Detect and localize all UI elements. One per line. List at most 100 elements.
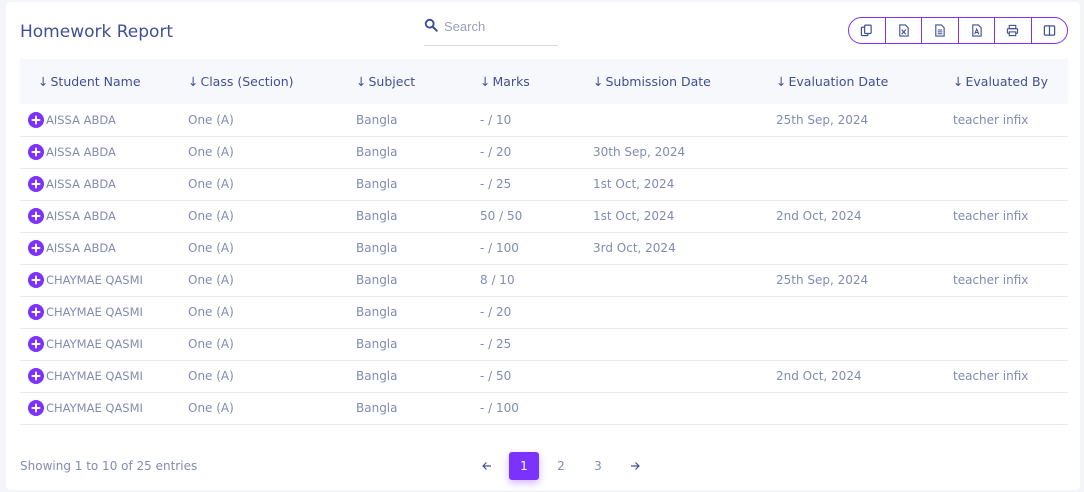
excel-button[interactable] (886, 18, 922, 43)
cell-student-name: AISSA ABDA (20, 232, 170, 264)
copy-icon (861, 24, 872, 37)
cell-marks: - / 20 (480, 145, 512, 159)
print-button[interactable] (995, 18, 1032, 43)
cell-marks: 8 / 10 (480, 273, 515, 287)
arrow-right-icon (631, 462, 640, 470)
cell-marks: - / 25 (480, 177, 512, 191)
expand-row-icon[interactable] (28, 208, 44, 224)
cell-class: One (A) (188, 145, 234, 159)
csv-button[interactable] (922, 18, 959, 43)
cell-student-name: CHAYMAE QASMI (20, 392, 170, 424)
cell-student-name: AISSA ABDA (20, 200, 170, 232)
page-button-3[interactable]: 3 (583, 452, 613, 480)
column-visibility-button[interactable] (1032, 18, 1068, 43)
cell-evaluated-by: teacher infix (953, 369, 1029, 383)
cell-submission (575, 264, 758, 296)
cell-student-name: AISSA ABDA (20, 168, 170, 200)
cell-evaluated-by (935, 232, 1068, 264)
column-header-subject[interactable]: ↓ Subject (338, 59, 462, 104)
page-button-2[interactable]: 2 (546, 452, 576, 480)
columns-icon (1043, 25, 1055, 36)
cell-subject: Bangla (356, 337, 398, 351)
expand-row-icon[interactable] (28, 144, 44, 160)
expand-row-icon[interactable] (28, 240, 44, 256)
cell-subject: Bangla (356, 241, 398, 255)
student-name: CHAYMAE QASMI (46, 305, 143, 319)
cell-marks: - / 50 (480, 369, 512, 383)
cell-class: One (A) (188, 273, 234, 287)
cell-evaluation: 25th Sep, 2024 (776, 112, 869, 127)
table-row: CHAYMAE QASMI One (A) Bangla - / 20 (20, 296, 1068, 328)
table-row: AISSA ABDA One (A) Bangla - / 10 25th Sep, 2… (20, 104, 1068, 136)
pdf-button[interactable] (959, 18, 995, 43)
cell-evaluated-by: teacher infix (953, 209, 1029, 223)
cell-submission: 30th Sep, 2024 (593, 145, 686, 159)
cell-evaluation: 25th Sep, 2024 (776, 273, 869, 287)
cell-class: One (A) (188, 209, 234, 223)
column-header-student-name[interactable]: ↓ Student Name (20, 59, 170, 104)
sort-down-icon: ↓ (188, 74, 199, 89)
previous-page-button[interactable] (472, 452, 502, 480)
cell-subject: Bangla (356, 177, 398, 191)
cell-student-name: CHAYMAE QASMI (20, 328, 170, 360)
export-toolbar (848, 17, 1068, 44)
cell-submission (575, 328, 758, 360)
cell-evaluated-by: teacher infix (953, 273, 1029, 287)
table-row: CHAYMAE QASMI One (A) Bangla - / 25 (20, 328, 1068, 360)
cell-subject: Bangla (356, 369, 398, 383)
sort-down-icon: ↓ (480, 74, 491, 89)
student-name: AISSA ABDA (46, 241, 116, 255)
column-header-submission-date[interactable]: ↓ Submission Date (575, 59, 758, 104)
pdf-icon (971, 24, 982, 37)
cell-marks: - / 100 (480, 241, 519, 255)
cell-evaluated-by (935, 328, 1068, 360)
expand-row-icon[interactable] (28, 400, 44, 416)
cell-subject: Bangla (356, 112, 398, 127)
expand-row-icon[interactable] (28, 304, 44, 320)
page-button-1[interactable]: 1 (509, 452, 539, 480)
table-header-row: ↓ Student Name ↓ Class (Section) ↓ Subject … (20, 59, 1068, 104)
sort-down-icon: ↓ (953, 74, 964, 89)
cell-submission (575, 392, 758, 424)
student-name: AISSA ABDA (46, 209, 116, 223)
cell-subject: Bangla (356, 401, 398, 415)
expand-row-icon[interactable] (28, 176, 44, 192)
cell-evaluation (758, 232, 935, 264)
student-name: CHAYMAE QASMI (46, 401, 143, 415)
cell-student-name: CHAYMAE QASMI (20, 360, 170, 392)
cell-marks: - / 20 (480, 305, 512, 319)
cell-subject: Bangla (356, 273, 398, 287)
search-input[interactable] (444, 14, 554, 38)
cell-marks: - / 25 (480, 337, 512, 351)
expand-row-icon[interactable] (28, 272, 44, 288)
cell-evaluated-by (935, 136, 1068, 168)
copy-button[interactable] (849, 18, 886, 43)
column-header-evaluation-date[interactable]: ↓ Evaluation Date (758, 59, 935, 104)
student-name: AISSA ABDA (46, 177, 116, 191)
table-row: CHAYMAE QASMI One (A) Bangla - / 50 2nd Oct,… (20, 360, 1068, 392)
cell-class: One (A) (188, 337, 234, 351)
csv-icon (935, 24, 945, 37)
cell-class: One (A) (188, 401, 234, 415)
column-header-evaluated-by[interactable]: ↓ Evaluated By (935, 59, 1068, 104)
expand-row-icon[interactable] (28, 368, 44, 384)
pagination: 1 2 3 (472, 451, 657, 481)
cell-class: One (A) (188, 305, 234, 319)
entries-info: Showing 1 to 10 of 25 entries (20, 459, 198, 473)
next-page-button[interactable] (620, 452, 650, 480)
table-row: AISSA ABDA One (A) Bangla 50 / 50 1st Oct, 2… (20, 200, 1068, 232)
search-icon (424, 18, 438, 32)
cell-evaluation (758, 168, 935, 200)
cell-marks: - / 100 (480, 401, 519, 415)
expand-row-icon[interactable] (28, 111, 44, 128)
column-header-class[interactable]: ↓ Class (Section) (170, 59, 338, 104)
cell-class: One (A) (188, 177, 234, 191)
expand-row-icon[interactable] (28, 336, 44, 352)
cell-class: One (A) (188, 369, 234, 383)
student-name: CHAYMAE QASMI (46, 273, 143, 287)
cell-evaluation (758, 136, 935, 168)
cell-marks: 50 / 50 (480, 209, 523, 223)
column-header-marks[interactable]: ↓ Marks (462, 59, 575, 104)
cell-evaluated-by (935, 168, 1068, 200)
cell-evaluated-by (935, 296, 1068, 328)
